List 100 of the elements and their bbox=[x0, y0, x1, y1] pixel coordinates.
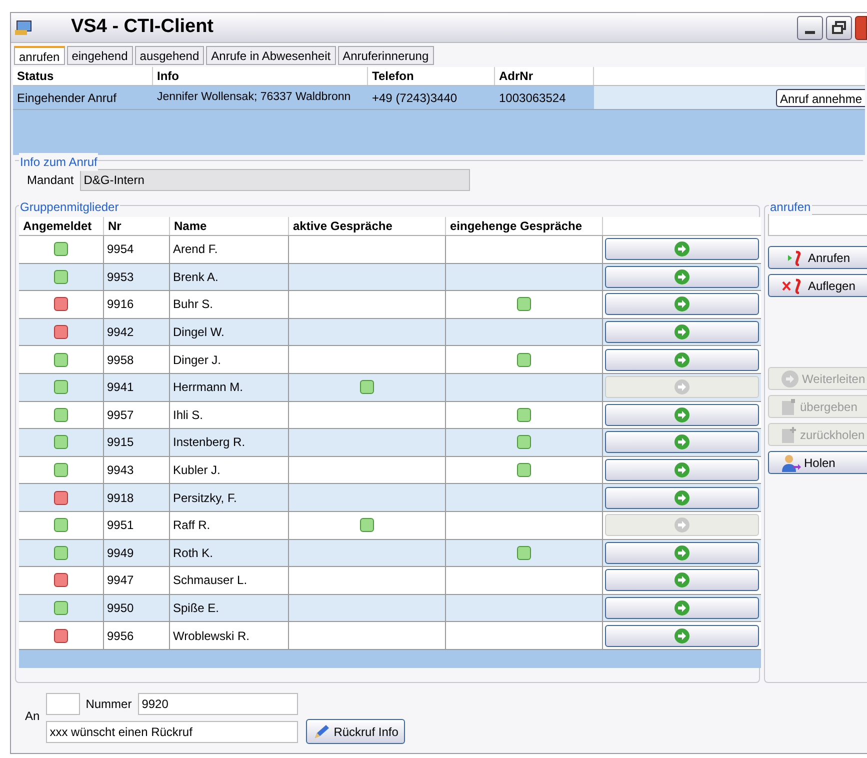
status-icon bbox=[360, 380, 374, 394]
action-button[interactable]: Holen bbox=[768, 451, 867, 474]
message-field[interactable]: xxx wünscht einen Rückruf bbox=[46, 720, 298, 742]
table-cell: Herrmann M. bbox=[170, 374, 289, 401]
user-icon bbox=[781, 454, 801, 472]
table-cell-text: Jennifer Wollensak; 76337 Waldbronn bbox=[156, 90, 352, 105]
field-label: Nummer bbox=[86, 696, 132, 713]
tab[interactable]: anrufen bbox=[14, 46, 65, 65]
status-icon bbox=[517, 463, 531, 478]
dial-button[interactable] bbox=[605, 486, 759, 509]
field-label: An bbox=[25, 708, 40, 725]
column-header: AdrNr bbox=[495, 67, 594, 85]
action-button[interactable]: Auflegen bbox=[768, 274, 867, 297]
document-icon bbox=[781, 398, 797, 416]
column-header: Status bbox=[13, 67, 153, 85]
table-cell: 9918 bbox=[104, 484, 170, 511]
mandant-field[interactable]: D&G-Intern bbox=[80, 169, 470, 191]
status-icon bbox=[517, 352, 531, 367]
dial-button[interactable] bbox=[605, 597, 759, 620]
tab[interactable]: ausgehend bbox=[134, 46, 204, 65]
dial-button[interactable] bbox=[605, 569, 759, 592]
table-cell: 9957 bbox=[104, 402, 170, 428]
dial-button[interactable] bbox=[605, 238, 759, 260]
table-cell: Roth K. bbox=[170, 540, 289, 566]
table-cell: Raff R. bbox=[170, 512, 289, 539]
column-header: eingehenge Gespräche bbox=[446, 217, 603, 235]
table-cell-text: 1003063524 bbox=[498, 90, 567, 106]
action-button[interactable]: Anrufen bbox=[768, 246, 867, 269]
table-cell: Dingel W. bbox=[170, 318, 289, 346]
column-header: aktive Gespräche bbox=[289, 217, 446, 235]
table-cell: Buhr S. bbox=[170, 291, 289, 318]
table-cell: 9943 bbox=[104, 456, 170, 484]
column-header: Angemeldet bbox=[19, 217, 104, 235]
minimize-button[interactable] bbox=[797, 16, 823, 40]
table-cell: 9915 bbox=[104, 429, 170, 456]
tab[interactable]: Anrufe in Abwesenheit bbox=[206, 46, 336, 65]
column-header: Nr bbox=[104, 217, 170, 235]
table-cell: 9916 bbox=[104, 291, 170, 318]
callback-info-button[interactable]: Rückruf Info bbox=[306, 719, 406, 744]
table-cell: Wroblewski R. bbox=[170, 622, 289, 649]
button-label: Auflegen bbox=[808, 278, 856, 294]
table-cell: 9953 bbox=[104, 264, 170, 290]
status-icon bbox=[517, 546, 531, 560]
status-icon bbox=[360, 518, 374, 532]
table-cell: Brenk A. bbox=[170, 264, 289, 290]
table-cell: 9942 bbox=[104, 318, 170, 346]
dial-button[interactable] bbox=[605, 293, 759, 316]
dial-button[interactable] bbox=[605, 404, 759, 426]
restore-button[interactable] bbox=[826, 16, 852, 40]
app-icon bbox=[15, 20, 33, 36]
tab[interactable]: eingehend bbox=[66, 46, 133, 65]
status-icon bbox=[517, 435, 531, 450]
button-label: Anrufen bbox=[808, 250, 850, 266]
dial-button[interactable] bbox=[605, 266, 759, 288]
table-cell: 9947 bbox=[104, 567, 170, 594]
minimize-icon bbox=[805, 30, 815, 34]
table-cell: Kubler J. bbox=[170, 456, 289, 484]
dial-button[interactable] bbox=[605, 459, 759, 482]
table-cell: Spiße E. bbox=[170, 594, 289, 622]
dial-button[interactable] bbox=[605, 542, 759, 564]
column-header: Telefon bbox=[368, 67, 495, 85]
dial-button[interactable] bbox=[605, 321, 759, 344]
accept-call-button[interactable]: Anruf annehme bbox=[776, 88, 865, 106]
button-label: übergeben bbox=[800, 398, 858, 416]
status-icon bbox=[517, 297, 531, 312]
an-field[interactable] bbox=[46, 693, 80, 715]
table-cell: Arend F. bbox=[170, 236, 289, 263]
status-icon bbox=[517, 408, 531, 422]
field-label: Mandant bbox=[27, 172, 74, 189]
table-cell: 9949 bbox=[104, 540, 170, 566]
close-button[interactable] bbox=[855, 16, 867, 40]
pencil-icon bbox=[312, 724, 331, 740]
call-row[interactable]: Eingehender Anruf Jennifer Wollensak; 76337 Waldbronn +49 (7243)3440 1003063524 Anruf annehme bbox=[13, 86, 865, 110]
dial-button[interactable] bbox=[605, 624, 759, 647]
table-cell-text: +49 (7243)3440 bbox=[371, 90, 458, 106]
dial-button[interactable] bbox=[605, 348, 759, 371]
tab[interactable]: Anruferinnerung bbox=[338, 46, 434, 65]
table-cell: 9956 bbox=[104, 622, 170, 649]
button-label: Weiterleiten bbox=[802, 370, 866, 388]
table-cell: Instenberg R. bbox=[170, 429, 289, 456]
table-cell: 9950 bbox=[104, 594, 170, 622]
table-cell: Dinger J. bbox=[170, 346, 289, 373]
group-legend: Info zum Anruf bbox=[19, 153, 98, 171]
table-cell: Ihli S. bbox=[170, 402, 289, 428]
button-label: Rückruf Info bbox=[334, 724, 398, 740]
document-icon bbox=[781, 426, 797, 444]
table-cell-text: Eingehender Anruf bbox=[16, 90, 118, 106]
column-header: Info bbox=[153, 67, 368, 85]
table-cell: 9951 bbox=[104, 512, 170, 539]
table-cell: Schmauser L. bbox=[170, 567, 289, 594]
table-cell: 9958 bbox=[104, 346, 170, 373]
dial-button[interactable] bbox=[605, 431, 759, 454]
button-label: zurückholen bbox=[800, 426, 865, 444]
table-cell: 9954 bbox=[104, 236, 170, 263]
nummer-field[interactable]: 9920 bbox=[138, 693, 298, 715]
table-cell: Persitzky, F. bbox=[170, 484, 289, 511]
column-header: Name bbox=[170, 217, 289, 235]
restore-icon bbox=[832, 21, 846, 34]
window-title: VS4 - CTI-Client bbox=[71, 15, 214, 40]
table-cell: 9941 bbox=[104, 374, 170, 401]
